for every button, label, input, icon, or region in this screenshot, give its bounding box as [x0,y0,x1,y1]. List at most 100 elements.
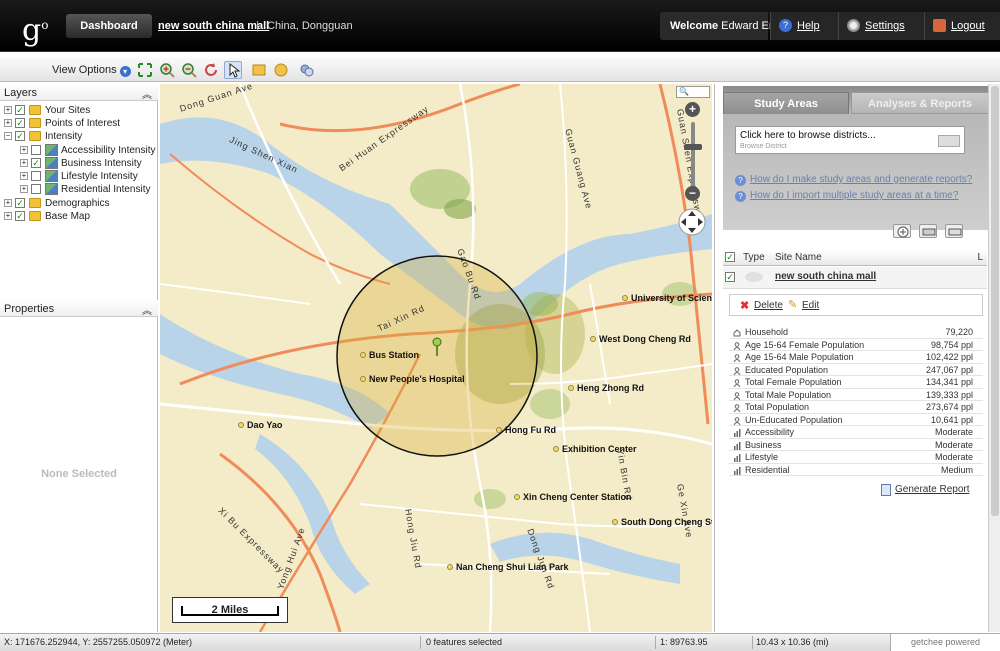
metric-value: Moderate [934,439,973,450]
bar-icon [733,441,741,450]
zoom-in-button[interactable]: + [685,102,700,117]
collapse-toggle-icon[interactable]: − [4,132,12,140]
browse-district-input[interactable]: Click here to browse districts... Browse… [735,126,965,154]
right-panel-scrollbar[interactable] [988,84,1000,632]
site-row[interactable]: ✓ new south china mall [723,267,987,289]
site-checkbox[interactable]: ✓ [725,272,735,282]
metric-row: Total Population 273,674 ppl [729,401,983,414]
person-icon [733,366,741,375]
person-icon [733,391,741,400]
place-label[interactable]: Heng Zhong Rd [568,383,644,393]
place-label[interactable]: Xin Cheng Center Station [514,492,632,502]
place-label[interactable]: West Dong Cheng Rd [590,334,691,344]
refresh-icon[interactable] [202,61,220,79]
metric-row: Total Female Population 134,341 ppl [729,376,983,389]
app-logo: go [22,13,49,48]
delete-button[interactable]: Delete [754,300,783,311]
dashboard-tab[interactable]: Dashboard [66,14,152,38]
expand-toggle-icon[interactable]: + [4,212,12,220]
metric-row: Lifestyle Moderate [729,451,983,464]
folder-icon [29,198,41,208]
person-icon [733,403,741,413]
bar-icon [733,428,741,437]
pointer-icon[interactable] [224,61,242,79]
generate-report-button[interactable]: Generate Report [881,484,970,496]
gear-icon [847,19,860,32]
expand-toggle-icon[interactable]: + [20,185,28,193]
layer-checkbox[interactable]: ✓ [15,131,25,141]
bar-icon [733,466,741,475]
view-options-dropdown[interactable]: View Options ▾ [52,64,131,77]
circle-select-icon[interactable] [272,61,290,79]
rectangle-select-icon[interactable] [250,61,268,79]
place-label[interactable]: South Dong Cheng Sta [612,517,712,527]
layer-checkbox[interactable]: ✓ [15,118,25,128]
place-label[interactable]: Dao Yao [238,420,282,430]
logout-button[interactable]: Logout [924,12,1000,40]
layer-checkbox[interactable]: ✓ [15,211,25,221]
metric-value: 273,674 ppl [925,402,973,412]
layer-checkbox[interactable]: ✓ [15,198,25,208]
full-extent-icon[interactable] [136,61,154,79]
expand-toggle-icon[interactable]: + [4,106,12,114]
expand-toggle-icon[interactable]: + [20,172,28,180]
column-site-name[interactable]: Site Name [775,252,822,263]
place-label[interactable]: Bus Station [360,350,419,360]
place-marker-icon [612,519,618,525]
folder-icon [29,105,41,115]
edit-button[interactable]: Edit [802,300,819,311]
tab-study-areas[interactable]: Study Areas [723,92,849,114]
layer-checkbox[interactable] [31,184,41,194]
layer-checkbox[interactable]: ✓ [31,158,41,168]
place-label[interactable]: New People's Hospital [360,374,465,384]
metric-label: Educated Population [745,364,829,375]
edit-icon: ✎ [788,299,798,311]
help-button[interactable]: ? Help [770,12,838,40]
properties-header: Properties ︽ [0,300,158,317]
column-type[interactable]: Type [743,252,765,263]
place-label[interactable]: University of Science [622,293,712,303]
site-name-link[interactable]: new south china mall [775,271,876,282]
expand-toggle-icon[interactable]: + [4,119,12,127]
expand-toggle-icon[interactable]: + [4,199,12,207]
collapse-icon[interactable]: ︽ [142,86,152,101]
layer-checkbox[interactable] [31,171,41,181]
folder-icon [29,131,41,141]
header-separator: | [256,20,259,32]
metric-label: Residential [745,464,790,475]
pan-control[interactable] [678,208,706,236]
zoom-out-button[interactable]: − [685,186,700,201]
export-icon[interactable] [945,224,963,238]
zoom-in-icon[interactable] [158,61,176,79]
layer-checkbox[interactable] [31,145,41,155]
metric-row: Household 79,220 [729,326,983,339]
settings-button[interactable]: Settings [838,12,924,40]
print-icon[interactable] [298,61,316,79]
logout-icon [933,19,946,32]
help-link-import[interactable]: ? How do I import multiple study areas at… [735,190,958,202]
zoom-thumb[interactable] [684,144,702,150]
browse-button[interactable] [938,135,960,147]
current-site-link[interactable]: new south china mall [158,20,269,32]
tab-analyses-reports[interactable]: Analyses & Reports [851,92,989,114]
site-list-header: ✓ Type Site Name L [723,250,987,266]
place-marker-icon [496,427,502,433]
metric-value: 134,341 ppl [925,377,973,387]
place-label[interactable]: Hong Fu Rd [496,425,556,435]
import-icon[interactable] [919,224,937,238]
expand-toggle-icon[interactable]: + [20,159,28,167]
delete-icon: ✖ [740,300,750,312]
zoom-out-icon[interactable] [180,61,198,79]
select-all-checkbox[interactable]: ✓ [725,252,735,262]
map-canvas[interactable]: Bus Station New People's Hospital Dao Yao H… [160,84,712,632]
metric-value: Medium [940,464,973,475]
collapse-icon[interactable]: ︽ [142,302,152,317]
help-link-study-areas[interactable]: ? How do I make study areas and generate … [735,174,972,186]
expand-toggle-icon[interactable]: + [20,146,28,154]
metric-label: Total Population [745,402,810,412]
study-area-controls: Study Areas Analyses & Reports Click her… [723,86,991,230]
zoom-track[interactable] [691,122,695,194]
add-site-icon[interactable] [893,224,911,238]
layer-checkbox[interactable]: ✓ [15,105,25,115]
map-scale: 1: 89763.95 [660,637,708,647]
